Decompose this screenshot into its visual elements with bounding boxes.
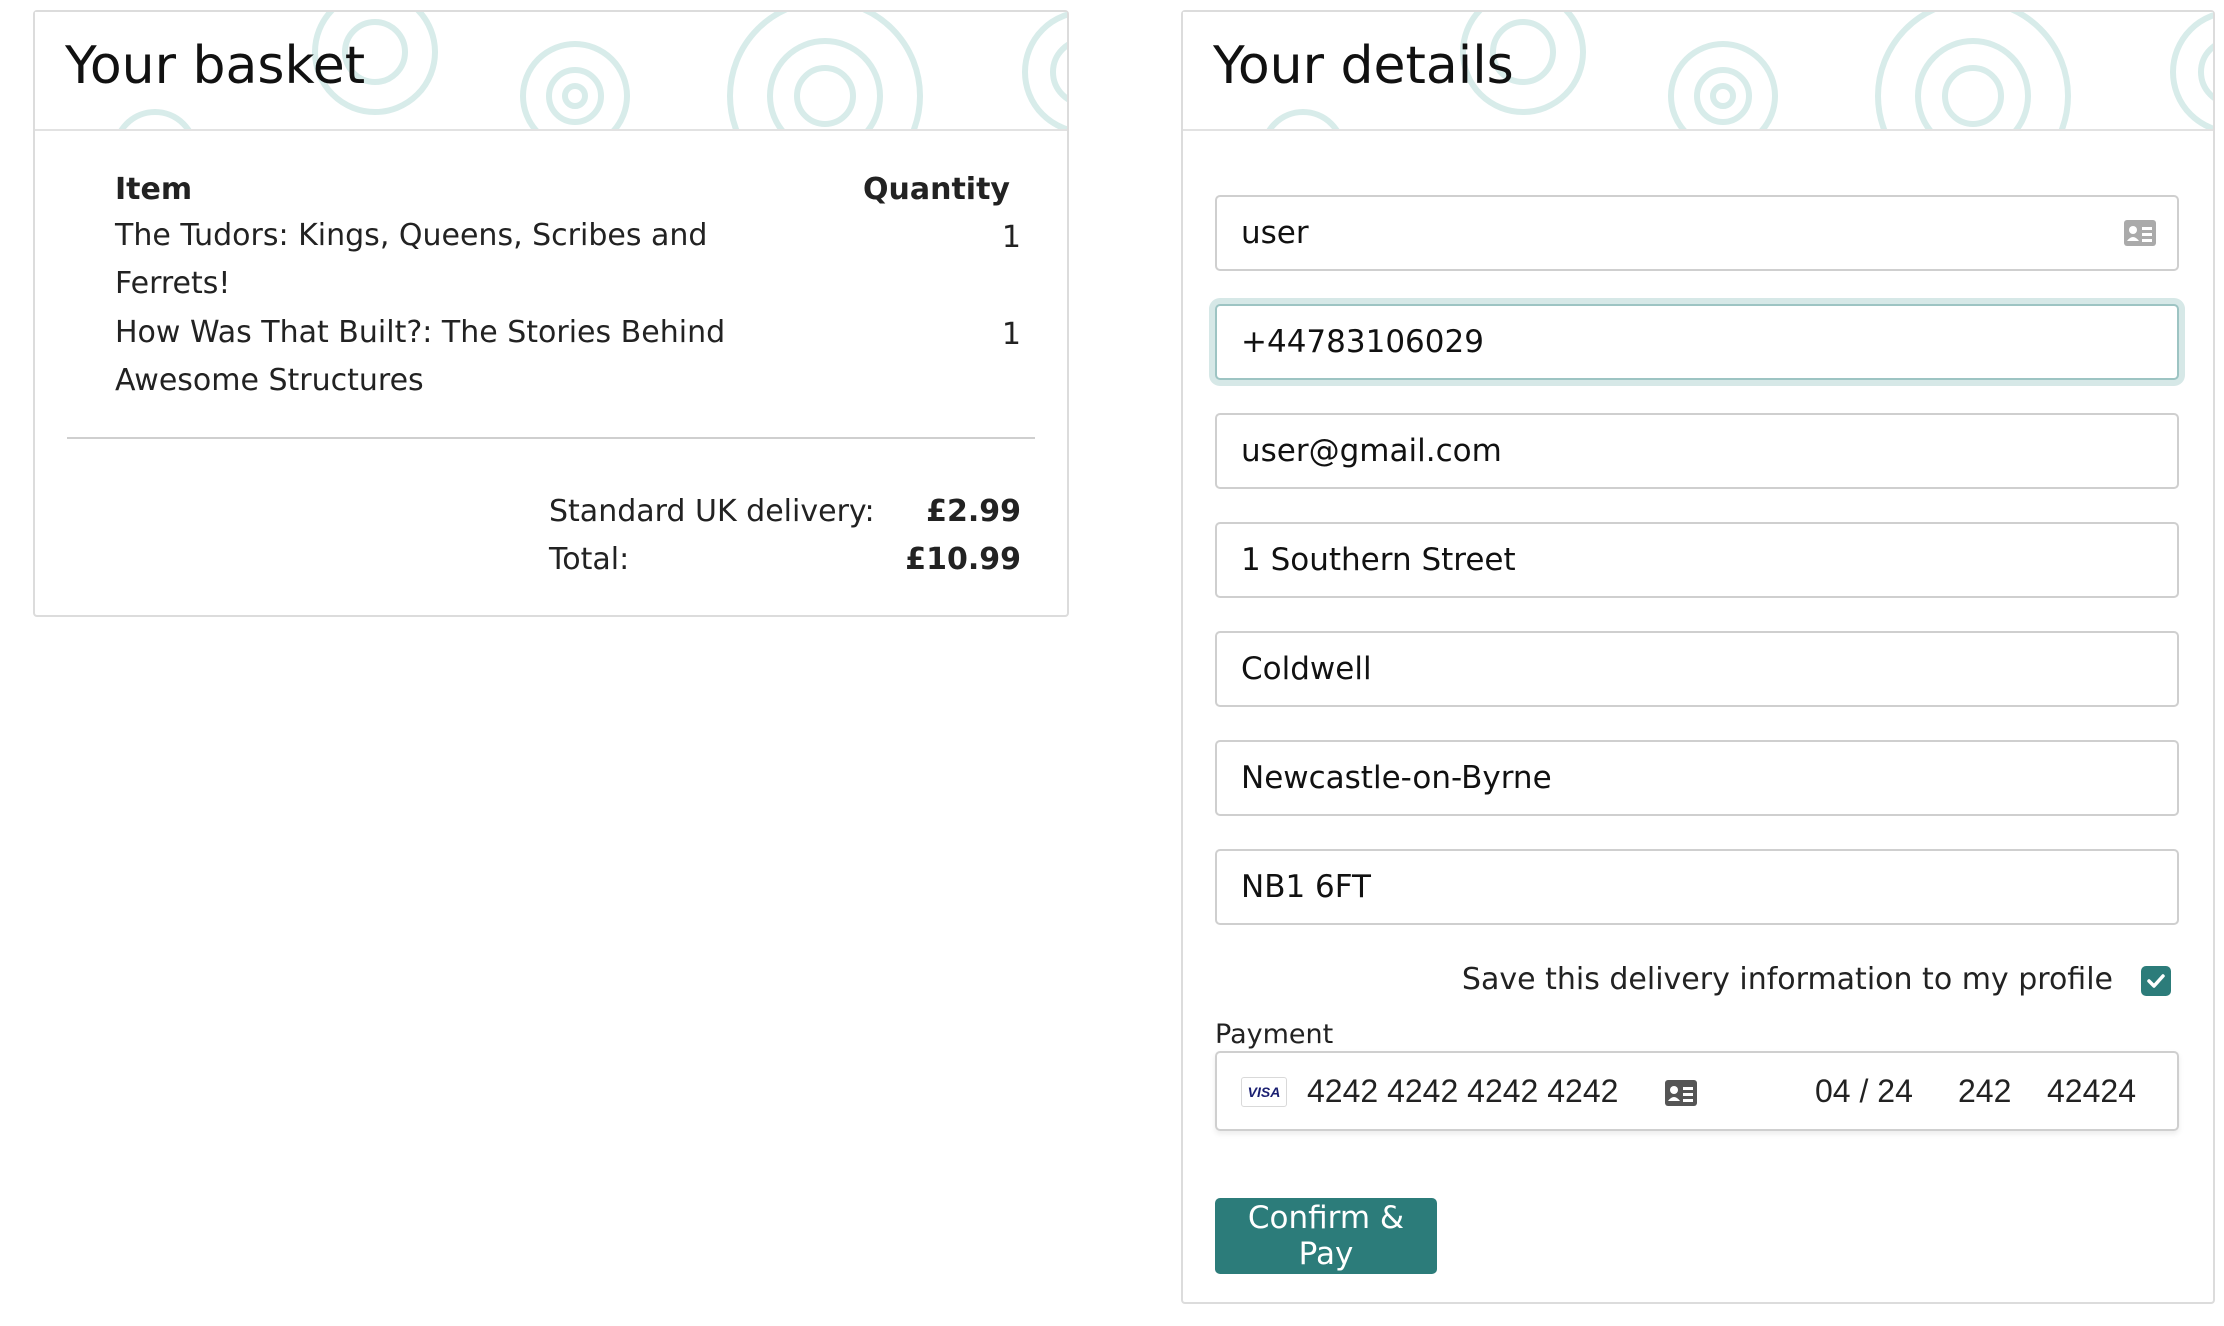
save-profile-label: Save this delivery information to my pro… <box>1461 962 2113 997</box>
item-name-continued: Ferrets! <box>115 266 231 301</box>
postcode-field[interactable] <box>1215 849 2179 925</box>
visa-card-icon: VISA <box>1241 1077 1287 1107</box>
card-number-input[interactable]: 4242 4242 4242 4242 <box>1307 1073 1618 1110</box>
delivery-label: Standard UK delivery: <box>549 494 875 529</box>
total-value: £10.99 <box>905 542 1021 577</box>
delivery-value: £2.99 <box>926 494 1021 529</box>
item-quantity: 1 <box>1001 220 1021 255</box>
autofill-card-icon <box>1665 1080 1697 1106</box>
city-input[interactable] <box>1217 742 2177 814</box>
quantity-column-header: Quantity <box>863 172 1010 207</box>
checkmark-icon <box>2147 974 2165 988</box>
card-cvc-input[interactable]: 242 <box>1958 1073 2011 1110</box>
card-postcode-input[interactable]: 42424 <box>2047 1073 2136 1110</box>
save-profile-checkbox[interactable] <box>2141 966 2171 996</box>
item-name-continued: Awesome Structures <box>115 363 424 398</box>
city-field[interactable] <box>1215 740 2179 816</box>
divider <box>67 437 1035 439</box>
details-card: Your details Save this delivery informat… <box>1181 10 2215 1304</box>
item-quantity: 1 <box>1001 317 1021 352</box>
address-field[interactable] <box>1215 522 2179 598</box>
email-input[interactable] <box>1217 415 2177 487</box>
email-field[interactable] <box>1215 413 2179 489</box>
item-column-header: Item <box>115 172 193 207</box>
basket-card: Your basket Item Quantity The Tudors: Ki… <box>33 10 1069 617</box>
total-label: Total: <box>549 542 630 577</box>
address-input[interactable] <box>1217 524 2177 596</box>
item-name: How Was That Built?: The Stories Behind <box>115 315 726 350</box>
confirm-pay-button[interactable]: Confirm & Pay <box>1215 1198 1437 1274</box>
item-name: The Tudors: Kings, Queens, Scribes and <box>115 218 708 253</box>
contact-card-icon <box>2124 220 2156 246</box>
details-title: Your details <box>1213 36 1514 96</box>
name-input[interactable] <box>1217 197 2177 269</box>
details-header: Your details <box>1183 12 2213 131</box>
phone-field[interactable] <box>1215 304 2179 380</box>
town-field[interactable] <box>1215 631 2179 707</box>
basket-header: Your basket <box>35 12 1067 131</box>
name-field[interactable] <box>1215 195 2179 271</box>
payment-label: Payment <box>1215 1019 1334 1050</box>
basket-title: Your basket <box>65 36 366 96</box>
town-input[interactable] <box>1217 633 2177 705</box>
postcode-input[interactable] <box>1217 851 2177 923</box>
card-payment-field[interactable]: VISA 4242 4242 4242 4242 04 / 24 242 424… <box>1215 1051 2179 1131</box>
card-expiry-input[interactable]: 04 / 24 <box>1815 1073 1913 1110</box>
phone-input[interactable] <box>1217 306 2177 378</box>
